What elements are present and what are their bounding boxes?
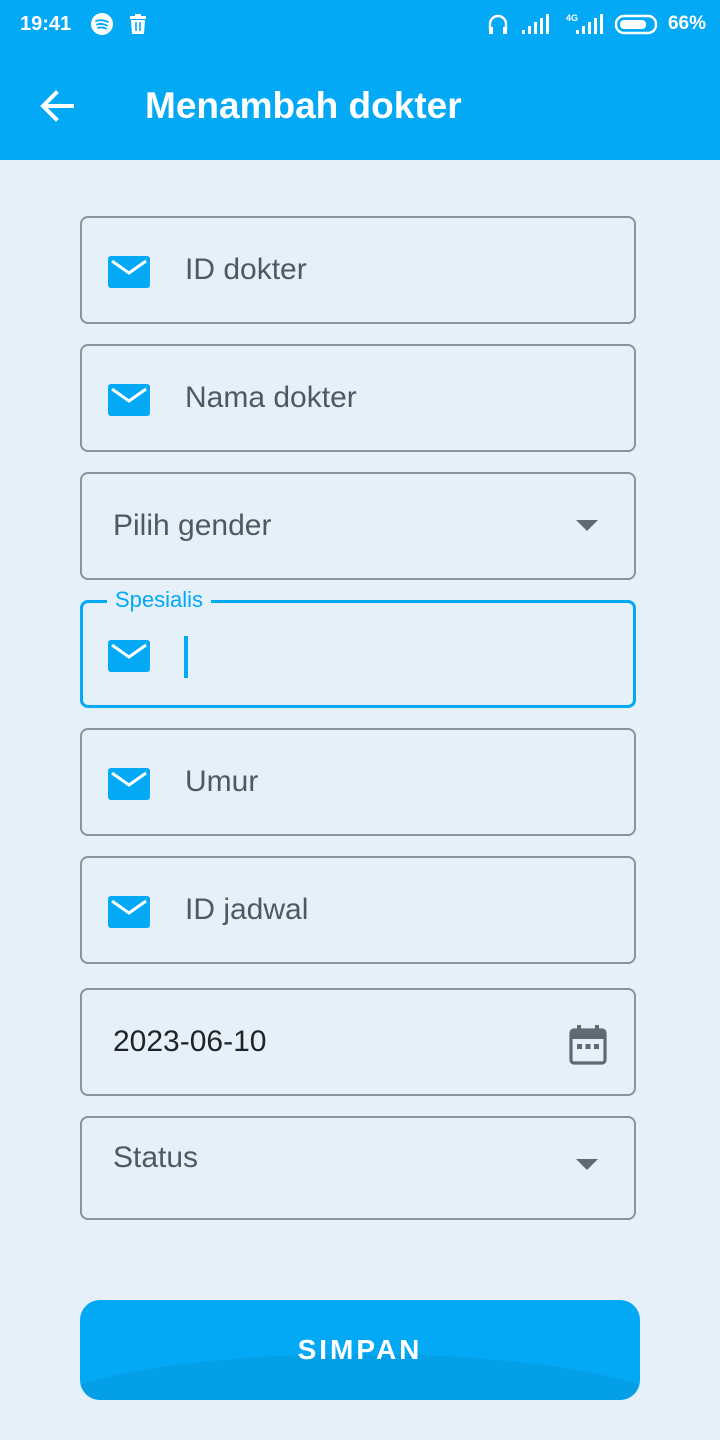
nama-dokter-placeholder: Nama dokter <box>185 381 357 414</box>
status-bar: 19:41 4G 66% <box>0 0 720 52</box>
mail-icon <box>108 768 150 800</box>
status-time: 19:41 <box>20 13 72 35</box>
date-field[interactable]: 2023-06-10 <box>80 988 636 1096</box>
gender-placeholder: Pilih gender <box>113 509 272 542</box>
id-jadwal-placeholder: ID jadwal <box>185 893 309 926</box>
battery-icon <box>614 14 658 35</box>
trash-icon <box>130 14 146 34</box>
spesialis-field[interactable]: Spesialis <box>80 586 636 708</box>
calendar-icon[interactable] <box>568 1024 608 1066</box>
signal-4g-icon: 4G <box>566 13 603 34</box>
simpan-button-label: SIMPAN <box>297 1334 423 1365</box>
svg-text:4G: 4G <box>566 13 578 23</box>
spesialis-label: Spesialis <box>107 586 212 614</box>
mail-icon <box>108 384 150 416</box>
dropdown-arrow-icon <box>576 1159 598 1170</box>
app-bar: 19:41 4G 66% Menambah dokter <box>0 0 720 160</box>
umur-field[interactable]: Umur <box>80 728 636 836</box>
headphones-icon <box>488 14 508 34</box>
date-value: 2023-06-10 <box>113 1025 267 1058</box>
nama-dokter-field[interactable]: Nama dokter <box>80 344 636 452</box>
page-title: Menambah dokter <box>145 85 462 126</box>
mail-icon <box>108 256 150 288</box>
id-dokter-placeholder: ID dokter <box>185 253 307 286</box>
arrow-back-icon[interactable] <box>36 84 80 128</box>
battery-percent: 66% <box>667 13 706 34</box>
id-jadwal-field[interactable]: ID jadwal <box>80 856 636 964</box>
status-dropdown[interactable]: Status <box>80 1116 636 1220</box>
mail-icon <box>108 896 150 928</box>
id-dokter-field[interactable]: ID dokter <box>80 216 636 324</box>
status-placeholder: Status <box>113 1141 199 1174</box>
gender-dropdown[interactable]: Pilih gender <box>80 472 636 580</box>
mail-icon <box>108 640 150 672</box>
dropdown-arrow-icon <box>576 520 598 531</box>
umur-placeholder: Umur <box>185 765 259 798</box>
text-cursor <box>184 636 188 678</box>
spotify-icon <box>91 13 113 35</box>
simpan-button[interactable]: SIMPAN <box>80 1300 640 1400</box>
signal-icon <box>522 14 549 34</box>
